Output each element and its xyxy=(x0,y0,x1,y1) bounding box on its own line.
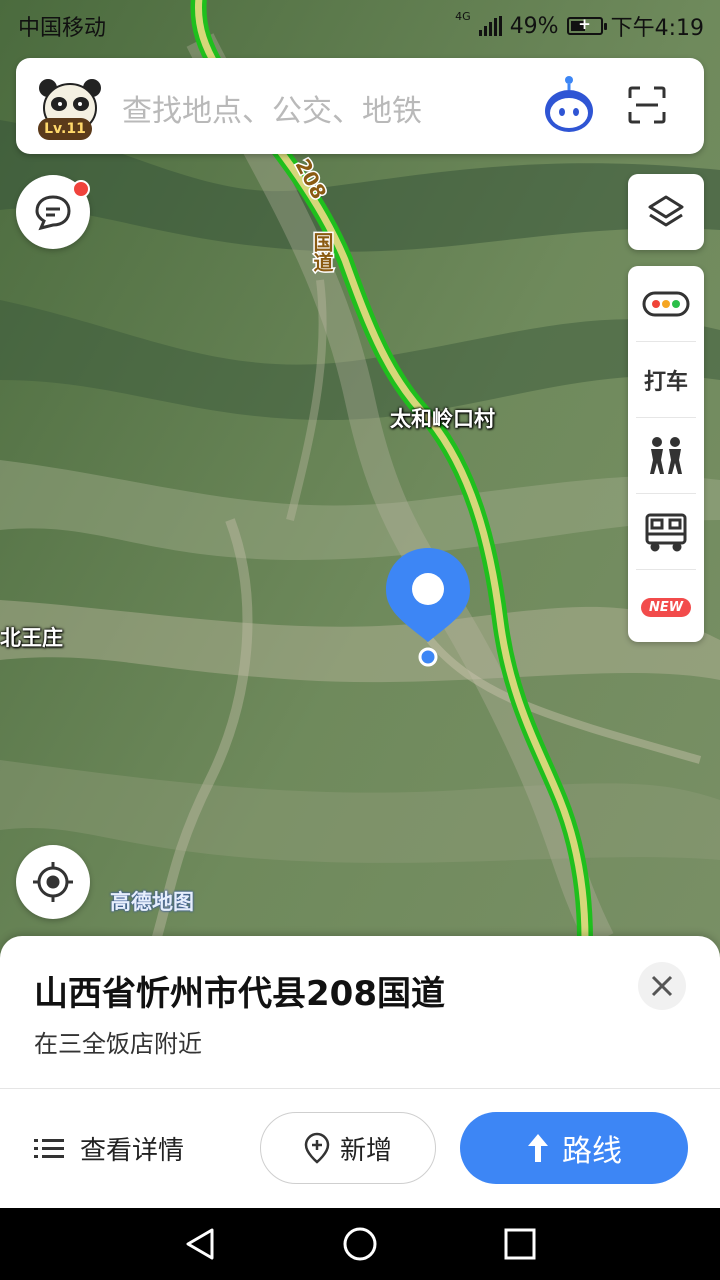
list-icon xyxy=(34,1138,64,1158)
clock: 下午4:19 xyxy=(610,16,704,41)
add-place-button[interactable]: 新增 xyxy=(260,1112,436,1184)
map-tool-panel: 打车 NEW xyxy=(628,266,704,642)
system-nav-bar xyxy=(0,1208,720,1280)
crosshair-icon xyxy=(33,862,73,902)
signal-icon xyxy=(478,16,502,36)
location-plus-icon xyxy=(304,1132,330,1164)
walk-button[interactable] xyxy=(636,418,696,494)
recents-icon[interactable] xyxy=(502,1226,538,1262)
bus-icon xyxy=(645,513,687,551)
search-bar[interactable]: 查找地点、公交、地铁 xyxy=(16,58,704,154)
search-input[interactable]: 查找地点、公交、地铁 xyxy=(122,86,422,130)
walk-icon xyxy=(650,436,682,474)
add-place-label: 新增 xyxy=(339,1135,392,1166)
battery-icon: + xyxy=(566,15,607,35)
close-button[interactable] xyxy=(638,962,686,1010)
locate-button[interactable] xyxy=(16,845,90,919)
close-icon xyxy=(651,975,673,997)
traffic-button[interactable] xyxy=(636,266,696,342)
layers-icon xyxy=(648,195,684,227)
new-feature-button[interactable]: NEW xyxy=(636,570,696,645)
divider xyxy=(0,1088,720,1089)
place-title: 山西省忻州市代县208国道 xyxy=(34,974,445,1014)
battery-percent: 49% xyxy=(509,13,559,39)
bus-button[interactable] xyxy=(636,494,696,570)
notification-dot xyxy=(72,180,90,198)
traffic-icon xyxy=(642,291,690,316)
layers-button[interactable] xyxy=(628,174,704,250)
place-subtitle: 在三全饭店附近 xyxy=(34,1030,202,1058)
status-bar: 中国移动 4G 49% + 下午4:19 xyxy=(0,0,720,50)
place-detail-sheet: 山西省忻州市代县208国道 在三全饭店附近 查看详情 新增 路线 xyxy=(0,936,720,1208)
home-icon[interactable] xyxy=(342,1226,378,1262)
back-icon[interactable] xyxy=(182,1226,218,1262)
level-badge: Lv.11 xyxy=(38,118,92,140)
route-arrow-icon xyxy=(528,1134,548,1162)
taxi-label: 打车 xyxy=(643,369,688,395)
place-label-beiwangzhuang[interactable]: 北王庄 xyxy=(0,622,63,652)
taxi-button[interactable]: 打车 xyxy=(636,342,696,418)
voice-assistant-icon[interactable] xyxy=(542,74,596,134)
route-button[interactable]: 路线 xyxy=(460,1112,688,1184)
view-details-button[interactable]: 查看详情 xyxy=(34,1130,184,1167)
scan-icon[interactable] xyxy=(628,86,666,124)
view-details-label: 查看详情 xyxy=(80,1136,185,1166)
network-type: 4G xyxy=(455,10,471,23)
road-label-text: 国道 xyxy=(310,232,334,272)
route-label: 路线 xyxy=(562,1134,622,1169)
battery-charging-mark: + xyxy=(578,15,591,33)
carrier-name: 中国移动 xyxy=(18,16,107,41)
new-badge: NEW xyxy=(640,598,692,617)
amap-watermark: 高德地图 xyxy=(110,890,194,914)
chat-bubble-icon xyxy=(35,195,71,231)
place-label-taihelingkou[interactable]: 太和岭口村 xyxy=(390,403,495,433)
